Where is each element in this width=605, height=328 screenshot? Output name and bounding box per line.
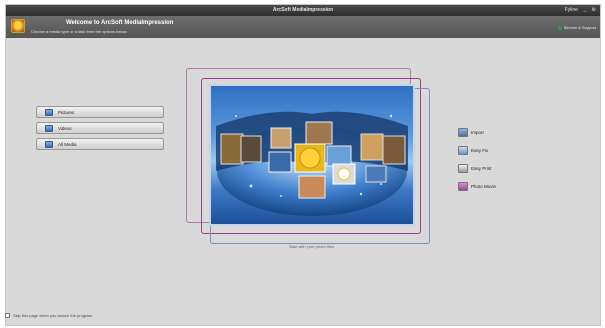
preview-artwork [216,111,408,216]
easy-fix-label: Easy Fix [471,148,489,153]
pictures-button[interactable]: Pictures [36,106,164,118]
help-icon [557,25,562,30]
easy-print-label: Easy Print [471,166,492,171]
photo-movie-icon [458,182,468,191]
title-bar: ArcSoft MediaImpression Fyline _ ⚙ [6,5,600,16]
photo-movie-label: Photo Movie [471,184,497,189]
easy-fix-icon [458,146,468,155]
account-label[interactable]: Fyline [565,7,578,13]
window-controls: Fyline _ ⚙ [561,5,596,16]
preview-caption: Start with your photo files. [288,244,336,249]
skip-page-checkbox[interactable] [5,313,10,319]
minimize-icon[interactable]: _ [583,7,586,13]
pictures-icon [45,109,53,116]
videos-icon [45,125,53,132]
all-media-button[interactable]: All Media [36,138,164,150]
service-support-link[interactable]: Service & Support [557,25,596,30]
welcome-header: Welcome to ArcSoft MediaImpression Choos… [6,16,600,38]
skip-page-label: Skip this page when you launch the progr… [13,313,92,318]
videos-button[interactable]: Videos [36,122,164,134]
pictures-label: Pictures [58,110,75,115]
import-label: Import [471,130,484,135]
all-media-icon [45,141,53,148]
app-window: ArcSoft MediaImpression Fyline _ ⚙ Welco… [5,4,601,326]
window-title: ArcSoft MediaImpression [272,7,334,13]
welcome-subtitle: Choose a media type or a task from the o… [31,29,128,34]
welcome-title: Welcome to ArcSoft MediaImpression [66,20,174,26]
media-preview-banner [209,84,415,226]
help-label: Service & Support [563,25,596,30]
skip-page-option[interactable]: Skip this page when you launch the progr… [5,313,92,319]
easy-print-icon [458,164,468,173]
settings-icon[interactable]: ⚙ [592,7,596,13]
videos-label: Videos [58,126,72,131]
all-media-label: All Media [58,142,77,147]
import-icon [458,128,468,137]
app-logo-icon [11,19,25,33]
